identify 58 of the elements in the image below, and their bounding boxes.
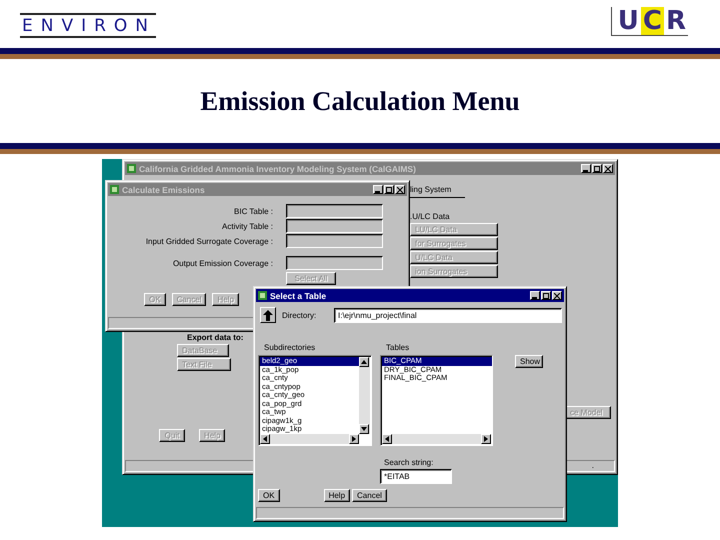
export-label: Export data to: xyxy=(187,333,244,342)
up-arrow-button[interactable] xyxy=(260,307,276,323)
scroll-arrow-button[interactable] xyxy=(359,357,369,367)
app-icon xyxy=(127,164,136,173)
directory-label: Directory: xyxy=(282,310,318,320)
close-icon xyxy=(397,186,403,192)
maximize-button[interactable] xyxy=(384,185,394,194)
scroll-arrow-button[interactable] xyxy=(359,424,369,434)
maximize-icon xyxy=(386,186,392,192)
button[interactable]: OK xyxy=(258,489,280,502)
minimize-button[interactable] xyxy=(581,164,591,173)
horizontal-scrollbar[interactable] xyxy=(382,434,491,444)
slide-title: Emission Calculation Menu xyxy=(199,84,521,118)
scroll-arrow-button[interactable] xyxy=(349,434,359,444)
environ-logo: ENVIRON xyxy=(20,13,156,38)
close-button[interactable] xyxy=(603,164,613,173)
button[interactable]: Show xyxy=(515,355,543,368)
window-title: California Gridded Ammonia Inventory Modeling System (CalGAIMS) xyxy=(139,164,417,174)
maximize-icon xyxy=(543,292,549,298)
scroll-arrow-button[interactable] xyxy=(382,434,392,444)
ucr-logo: U C R xyxy=(610,7,688,36)
triangle-icon xyxy=(385,436,389,442)
field-label: Input Gridded Surrogate Coverage : xyxy=(144,236,273,246)
app-icon xyxy=(110,185,119,194)
close-icon xyxy=(605,166,611,172)
triangle-icon xyxy=(361,360,367,364)
horizontal-scrollbar[interactable] xyxy=(260,434,359,444)
close-icon xyxy=(554,292,560,298)
close-button[interactable] xyxy=(552,291,562,300)
window-title: Calculate Emissions xyxy=(122,184,206,194)
directory-field[interactable]: I:\ejr\nmu_project\final xyxy=(334,308,562,322)
button[interactable]: Cancel xyxy=(352,489,387,502)
field-label: Activity Table : xyxy=(221,222,273,230)
maximize-icon xyxy=(594,166,600,172)
list-label: Subdirectories xyxy=(264,343,316,352)
field-label: BIC Table : xyxy=(233,206,273,216)
app-icon xyxy=(258,291,267,300)
field-label: Output Emission Coverage : xyxy=(172,258,273,268)
minimize-button[interactable] xyxy=(373,185,383,194)
button[interactable]: Help xyxy=(324,489,350,502)
input-field[interactable] xyxy=(286,256,383,270)
input-field[interactable] xyxy=(286,219,383,233)
input-field[interactable] xyxy=(286,234,383,248)
scroll-arrow-button[interactable] xyxy=(481,434,491,444)
list-label: Tables xyxy=(386,343,410,352)
window-title: Select a Table xyxy=(270,290,328,300)
triangle-icon xyxy=(263,436,267,442)
maximize-button[interactable] xyxy=(541,291,551,300)
input-field[interactable] xyxy=(286,204,383,218)
triangle-icon xyxy=(484,436,488,442)
search-label: Search string: xyxy=(384,458,434,467)
vertical-scrollbar[interactable] xyxy=(359,357,370,434)
maximize-button[interactable] xyxy=(592,164,602,173)
close-button[interactable] xyxy=(395,185,405,194)
scroll-arrow-button[interactable] xyxy=(260,434,270,444)
minimize-button[interactable] xyxy=(530,291,540,300)
section-label: .U/LC Data xyxy=(410,212,450,221)
search-field[interactable]: *EITAB xyxy=(380,469,452,484)
